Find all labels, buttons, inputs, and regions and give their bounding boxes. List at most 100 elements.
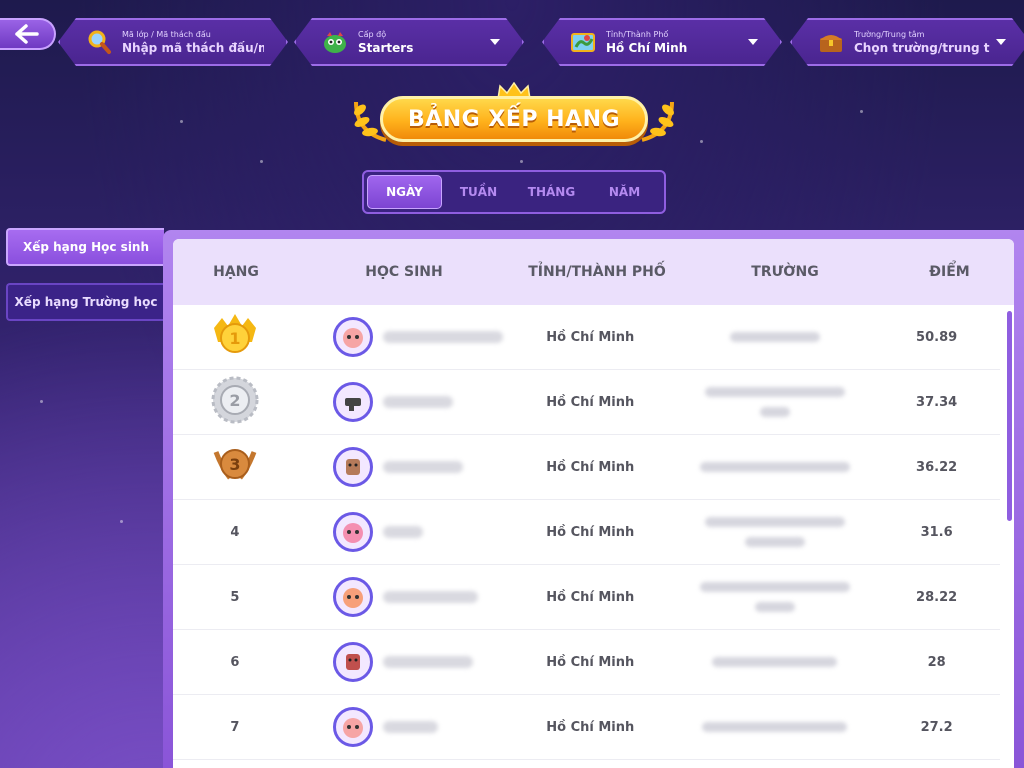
avatar	[332, 382, 373, 422]
school-cell	[677, 517, 874, 547]
school-cell	[677, 462, 874, 472]
school-cell	[677, 582, 874, 612]
school-cell	[677, 722, 874, 732]
avatar	[332, 512, 373, 552]
column-header-score: ĐIỂM	[929, 264, 970, 280]
student-cell	[297, 447, 504, 487]
province-cell: Hồ Chí Minh	[546, 524, 635, 540]
rank-cell: 7	[230, 719, 240, 735]
magnifier-icon	[86, 29, 112, 55]
province-cell: Hồ Chí Minh	[546, 459, 635, 475]
treasure-chest-icon	[818, 29, 844, 55]
school-label: Trường/Trung tâm	[854, 29, 925, 39]
star-decoration	[260, 160, 263, 163]
school-cell	[677, 657, 874, 667]
table-row: 4 Hồ Chí Minh 31.6	[173, 500, 1000, 565]
page-title-banner: BẢNG XẾP HẠNG	[380, 96, 648, 142]
score-cell: 36.22	[916, 459, 958, 475]
tab-school-ranking[interactable]: Xếp hạng Trường học	[6, 283, 164, 321]
map-icon	[570, 29, 596, 55]
rank-cell: 3	[173, 438, 297, 496]
rank-cell: 6	[230, 654, 240, 670]
column-header-rank: HẠNG	[213, 264, 259, 280]
table-row: 3 Hồ Chí Minh 36.22	[173, 435, 1000, 500]
province-cell: Hồ Chí Minh	[546, 654, 635, 670]
school-dropdown[interactable]: Trường/Trung tâm Chọn trường/trung tâm	[790, 18, 1024, 66]
student-name-redacted	[382, 461, 463, 473]
table-row: 1 Hồ Chí Minh 50.89	[173, 305, 1000, 370]
rank-cell: 4	[230, 524, 240, 540]
score-cell: 28	[927, 654, 946, 670]
province-cell: Hồ Chí Minh	[546, 394, 635, 410]
score-cell: 31.6	[920, 524, 953, 540]
tab-student-ranking[interactable]: Xếp hạng Học sinh	[6, 228, 164, 266]
student-name-redacted	[382, 331, 503, 343]
avatar	[332, 317, 373, 357]
student-cell	[297, 707, 504, 747]
table-row: 7 Hồ Chí Minh 27.2	[173, 695, 1000, 760]
class-code-filter[interactable]: Mã lớp / Mã thách đấu Nhập mã thách đấu/…	[58, 18, 288, 66]
score-cell: 28.22	[916, 589, 958, 605]
table-row: 2 Hồ Chí Minh 37.34	[173, 370, 1000, 435]
student-cell	[297, 512, 504, 552]
avatar	[332, 577, 373, 617]
ranking-panel: HẠNG HỌC SINH TỈNH/THÀNH PHỐ TRƯỜNG ĐIỂM…	[163, 230, 1024, 768]
tab-month[interactable]: THÁNG	[515, 175, 588, 209]
level-value: Starters	[358, 40, 414, 55]
column-header-province: TỈNH/THÀNH PHỐ	[528, 264, 666, 280]
page-title: BẢNG XẾP HẠNG	[407, 106, 621, 132]
avatar	[332, 447, 373, 487]
student-cell	[297, 317, 504, 357]
chevron-down-icon	[748, 39, 758, 45]
student-name-redacted	[382, 721, 438, 733]
school-cell	[677, 332, 874, 342]
table-header: HẠNG HỌC SINH TỈNH/THÀNH PHỐ TRƯỜNG ĐIỂM	[173, 239, 1014, 305]
student-cell	[297, 642, 504, 682]
score-cell: 37.34	[916, 394, 958, 410]
star-decoration	[860, 110, 863, 113]
table-row: 6 Hồ Chí Minh 28	[173, 630, 1000, 695]
rank-cell: 5	[230, 589, 240, 605]
student-name-redacted	[382, 396, 453, 408]
student-name-redacted	[382, 526, 423, 538]
back-button[interactable]	[0, 18, 56, 50]
class-code-input[interactable]: Nhập mã thách đấu/mã	[122, 40, 264, 56]
star-decoration	[40, 400, 43, 403]
leaderboard-banner: BẢNG XẾP HẠNG	[350, 82, 678, 152]
level-dropdown[interactable]: Cấp độ Starters	[294, 18, 524, 66]
chevron-down-icon	[996, 39, 1006, 45]
svg-text:3: 3	[229, 455, 240, 474]
class-code-label: Mã lớp / Mã thách đấu	[122, 29, 211, 39]
period-tabs: NGÀY TUẦN THÁNG NĂM	[362, 170, 666, 214]
province-label: Tỉnh/Thành Phố	[606, 29, 669, 39]
bronze-medal-icon: 3	[213, 449, 257, 480]
student-name-redacted	[382, 591, 478, 603]
student-name-redacted	[382, 656, 473, 668]
monster-icon	[322, 29, 348, 55]
score-cell: 50.89	[916, 329, 958, 345]
table-row: 5 Hồ Chí Minh 28.22	[173, 565, 1000, 630]
column-header-student: HỌC SINH	[365, 264, 443, 280]
province-dropdown[interactable]: Tỉnh/Thành Phố Hồ Chí Minh	[542, 18, 782, 66]
svg-text:1: 1	[229, 329, 240, 348]
province-cell: Hồ Chí Minh	[546, 719, 635, 735]
table-scrollbar[interactable]	[1007, 311, 1012, 521]
tab-year[interactable]: NĂM	[588, 175, 661, 209]
star-decoration	[120, 520, 123, 523]
tab-week[interactable]: TUẦN	[442, 175, 515, 209]
rank-cell: 1	[173, 308, 297, 366]
school-value: Chọn trường/trung tâm	[854, 40, 990, 55]
gold-medal-icon: 1	[213, 314, 256, 353]
student-cell	[297, 577, 504, 617]
level-label: Cấp độ	[358, 29, 387, 39]
star-decoration	[180, 120, 183, 123]
chevron-down-icon	[490, 39, 500, 45]
star-decoration	[700, 140, 703, 143]
arrow-left-icon	[15, 24, 39, 44]
tab-day[interactable]: NGÀY	[367, 175, 442, 209]
school-cell	[677, 387, 874, 417]
svg-text:2: 2	[229, 391, 240, 410]
avatar	[332, 707, 373, 747]
silver-medal-icon: 2	[211, 376, 259, 424]
star-decoration	[520, 160, 523, 163]
